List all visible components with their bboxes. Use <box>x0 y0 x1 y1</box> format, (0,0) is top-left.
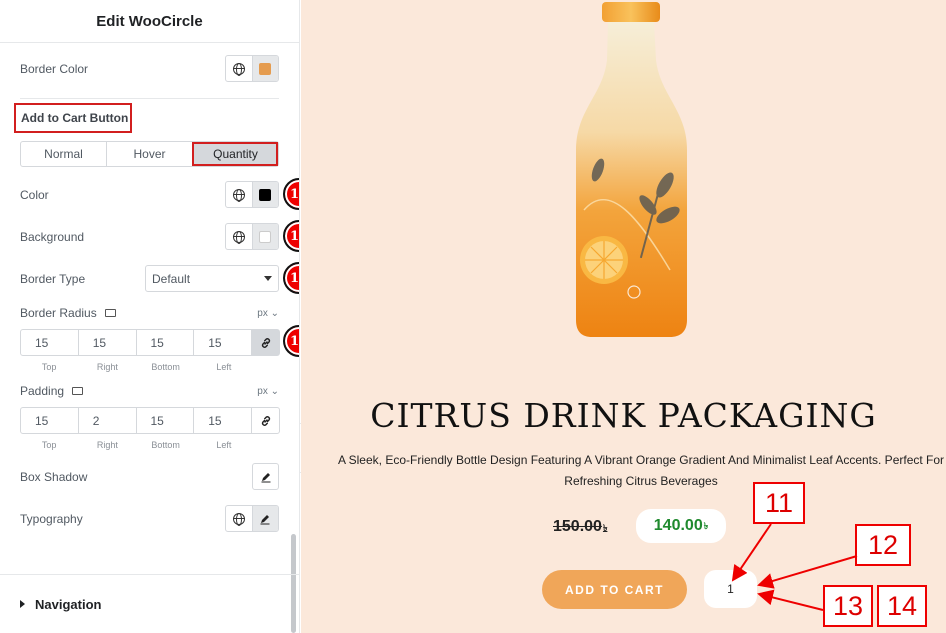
global-colors-button[interactable] <box>226 56 252 81</box>
border-color-control: Border Color <box>20 55 279 82</box>
border-color-swatch[interactable] <box>251 56 278 81</box>
padding-top-input[interactable]: 15 <box>21 408 79 433</box>
section-heading-add-to-cart: Add to Cart Button <box>14 103 132 133</box>
padding-label: Padding <box>20 384 65 398</box>
color-swatch-icon <box>259 230 272 243</box>
pencil-icon <box>261 472 270 482</box>
border-radius-inputs: 15 15 15 15 <box>20 329 280 356</box>
product-title: CITRUS DRINK PACKAGING <box>370 396 877 435</box>
padding-inputs: 15 2 15 15 <box>20 407 280 434</box>
background-swatch[interactable] <box>251 224 278 249</box>
caret-down-icon <box>264 276 272 281</box>
pencil-icon <box>260 514 270 524</box>
border-radius-header: Border Radius px ⌄ <box>20 306 279 320</box>
callout-12: 12 <box>855 524 911 566</box>
desktop-icon[interactable] <box>72 387 84 395</box>
typography-label: Typography <box>20 511 83 526</box>
annotation-badge-11: 11 <box>283 178 299 210</box>
color-picker[interactable] <box>225 181 279 208</box>
navigation-label: Navigation <box>35 596 102 612</box>
globe-icon <box>232 230 245 244</box>
unit-selector[interactable]: px ⌄ <box>257 308 279 319</box>
box-shadow-control: Box Shadow <box>20 463 279 490</box>
color-label: Color <box>20 187 49 202</box>
global-colors-button[interactable] <box>226 182 252 207</box>
border-radius-label: Border Radius <box>20 306 97 320</box>
padding-left-input[interactable]: 15 <box>194 408 252 433</box>
link-values-button[interactable] <box>252 330 279 355</box>
unit-selector[interactable]: px ⌄ <box>257 386 279 397</box>
border-type-control: Border Type Default <box>20 265 279 292</box>
callout-11: 11 <box>753 482 805 524</box>
panel-title: Edit WooCircle <box>0 0 299 43</box>
callout-13: 13 <box>823 585 873 627</box>
regular-price: 150.00৳ <box>553 518 608 535</box>
color-swatch-icon <box>259 62 272 75</box>
link-icon <box>261 415 270 426</box>
background-control: Background <box>20 223 279 250</box>
color-control: Color <box>20 181 279 208</box>
link-values-button[interactable] <box>252 408 279 433</box>
border-radius-top-input[interactable]: 15 <box>21 330 79 355</box>
dimension-labels: Top Right Bottom Left <box>41 440 232 450</box>
quantity-input[interactable]: 1 <box>704 570 757 608</box>
globe-icon <box>232 188 245 202</box>
typography-edit-button[interactable] <box>251 506 278 531</box>
tab-normal[interactable]: Normal <box>21 142 106 166</box>
border-type-label: Border Type <box>20 271 86 286</box>
border-color-label: Border Color <box>20 61 89 76</box>
navigation-section-toggle[interactable]: Navigation <box>0 574 299 633</box>
padding-header: Padding px ⌄ <box>20 384 279 398</box>
border-radius-right-input[interactable]: 15 <box>79 330 137 355</box>
global-colors-button[interactable] <box>226 224 252 249</box>
border-radius-left-input[interactable]: 15 <box>194 330 252 355</box>
add-to-cart-button[interactable]: ADD TO CART <box>542 570 687 609</box>
annotation-badge-13: 13 <box>283 262 299 294</box>
border-type-value: Default <box>152 271 191 286</box>
border-radius-bottom-input[interactable]: 15 <box>137 330 195 355</box>
global-fonts-button[interactable] <box>226 506 252 531</box>
product-description: A Sleek, Eco-Friendly Bottle Design Feat… <box>337 453 945 488</box>
color-swatch[interactable] <box>251 182 278 207</box>
product-image <box>576 2 687 337</box>
globe-icon <box>232 62 245 76</box>
caret-right-icon <box>20 600 25 608</box>
state-tabs: Normal Hover Quantity <box>20 141 279 167</box>
desktop-icon[interactable] <box>104 309 116 317</box>
typography-controls <box>225 505 279 532</box>
padding-bottom-input[interactable]: 15 <box>137 408 195 433</box>
arrow-13 <box>757 589 824 611</box>
link-icon <box>261 337 270 348</box>
border-color-picker[interactable] <box>225 55 279 82</box>
annotation-badge-12: 12 <box>283 220 299 252</box>
tab-hover[interactable]: Hover <box>106 142 192 166</box>
tab-quantity[interactable]: Quantity <box>192 142 278 166</box>
editor-panel: Edit WooCircle Border Color Add to Cart … <box>0 0 300 633</box>
callout-14: 14 <box>877 585 927 627</box>
dimension-labels: Top Right Bottom Left <box>41 362 232 372</box>
padding-right-input[interactable]: 2 <box>79 408 137 433</box>
annotation-badge-14: 14 <box>283 325 299 357</box>
globe-icon <box>232 512 245 526</box>
sale-price: 140.00 ৳ <box>636 509 726 543</box>
divider <box>20 98 279 99</box>
background-picker[interactable] <box>225 223 279 250</box>
color-swatch-icon <box>259 188 272 201</box>
box-shadow-edit-button[interactable] <box>252 463 279 490</box>
box-shadow-label: Box Shadow <box>20 469 88 484</box>
background-label: Background <box>20 229 85 244</box>
typography-control: Typography <box>20 505 279 532</box>
preview-canvas: CITRUS DRINK PACKAGING A Sleek, Eco-Frie… <box>301 0 946 633</box>
arrow-12 <box>757 555 858 589</box>
border-type-select[interactable]: Default <box>145 265 279 292</box>
